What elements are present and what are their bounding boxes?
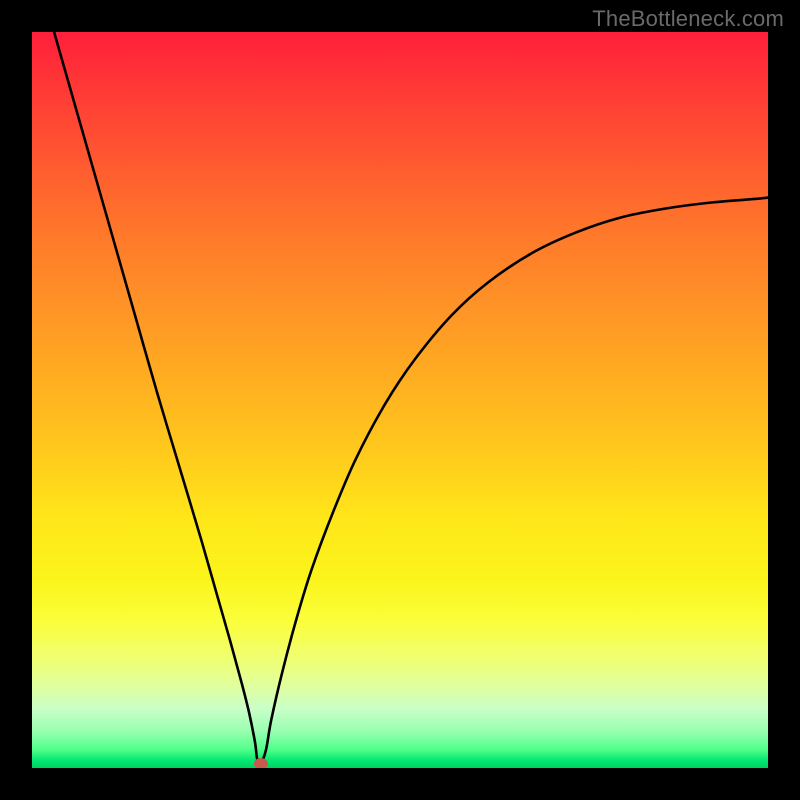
bottleneck-curve (54, 32, 768, 763)
chart-frame: TheBottleneck.com (0, 0, 800, 800)
curve-layer (32, 32, 768, 768)
attribution-text: TheBottleneck.com (592, 6, 784, 32)
plot-area (32, 32, 768, 768)
